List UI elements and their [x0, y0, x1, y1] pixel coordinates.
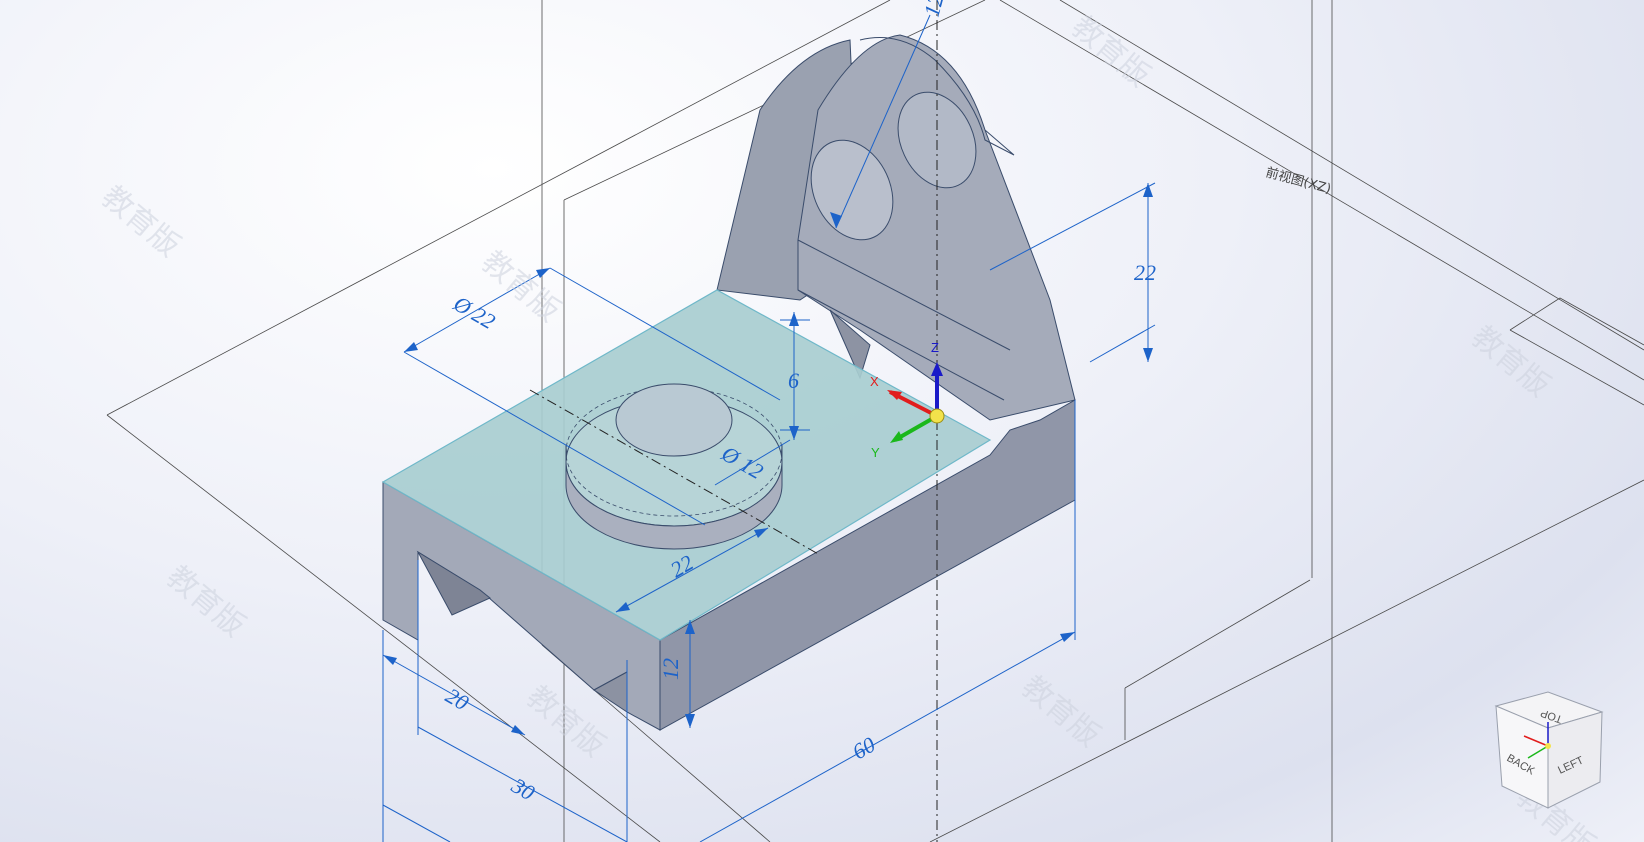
dim-20: 20: [442, 683, 474, 716]
dim-12-thickness: 12: [658, 658, 683, 680]
axis-z-label: Z: [931, 340, 939, 355]
dim-12-top: 12: [919, 0, 949, 19]
svg-text:教育版: 教育版: [1015, 669, 1106, 754]
svg-text:教育版: 教育版: [1465, 319, 1556, 404]
svg-text:教育版: 教育版: [160, 559, 251, 644]
dim-30: 30: [507, 772, 539, 805]
axis-y-label: Y: [871, 445, 880, 460]
through-hole: [615, 383, 733, 457]
dim-dia-22: Ø 22: [449, 290, 500, 334]
view-cube[interactable]: TOP BACK LEFT: [1494, 691, 1604, 809]
dim-60: 60: [848, 732, 880, 765]
model-scene[interactable]: 12 22 Ø 22 6 Ø 12 22 12 20 30 60 前视图(XZ)…: [0, 0, 1644, 842]
bracket-model[interactable]: [381, 34, 1076, 731]
axis-x-label: X: [870, 374, 879, 389]
cad-viewport[interactable]: 12 22 Ø 22 6 Ø 12 22 12 20 30 60 前视图(XZ)…: [0, 0, 1644, 842]
svg-text:教育版: 教育版: [1065, 9, 1156, 94]
svg-text:教育版: 教育版: [95, 179, 186, 264]
dim-6: 6: [788, 368, 799, 393]
dim-22-height: 22: [1134, 260, 1156, 285]
front-plane-label: 前视图(XZ): [1264, 164, 1333, 197]
